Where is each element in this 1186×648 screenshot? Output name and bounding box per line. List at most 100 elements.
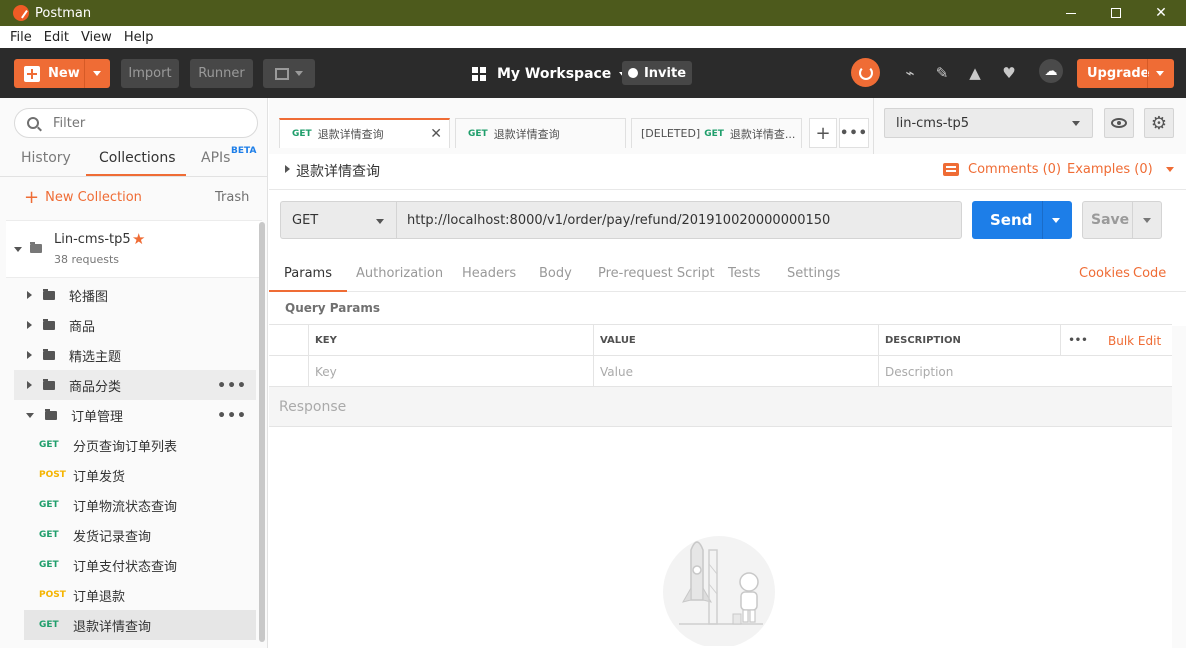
request-item[interactable]: GET 订单物流状态查询 bbox=[24, 490, 256, 520]
chevron-right-icon[interactable] bbox=[285, 165, 290, 173]
examples-dropdown[interactable]: Examples (0) bbox=[1067, 162, 1174, 177]
menu-view[interactable]: View bbox=[75, 30, 118, 45]
postman-logo-icon bbox=[13, 5, 29, 21]
tab-params[interactable]: Params bbox=[284, 266, 332, 281]
tab-apis[interactable]: APIs BETA bbox=[201, 146, 256, 166]
description-field[interactable]: Description bbox=[878, 356, 1172, 387]
workspace-switcher[interactable]: My Workspace bbox=[472, 62, 628, 86]
runner-button[interactable]: Runner bbox=[190, 59, 253, 88]
filter-input[interactable] bbox=[53, 115, 233, 131]
new-button[interactable]: New bbox=[14, 59, 110, 88]
key-field[interactable]: Key bbox=[308, 356, 593, 387]
tab-settings[interactable]: Settings bbox=[787, 266, 840, 281]
environment-select[interactable]: lin-cms-tp5 bbox=[884, 108, 1093, 138]
tab-authorization[interactable]: Authorization bbox=[356, 266, 443, 281]
folder-item[interactable]: 精选主题 bbox=[14, 340, 256, 370]
chevron-down-icon bbox=[1072, 121, 1080, 126]
request-item[interactable]: POST 订单退款 bbox=[24, 580, 256, 610]
invite-label: Invite bbox=[643, 65, 687, 81]
settings-wrench-icon[interactable]: ✎ bbox=[933, 64, 951, 82]
tab-history[interactable]: History bbox=[21, 150, 71, 166]
method-badge: POST bbox=[39, 590, 66, 600]
request-item[interactable]: GET 分页查询订单列表 bbox=[24, 430, 256, 460]
request-tab[interactable]: [DELETED] GET 退款详情查... bbox=[631, 118, 802, 148]
method-select[interactable]: GET bbox=[280, 201, 396, 239]
folder-item[interactable]: 商品分类 ••• bbox=[14, 370, 256, 400]
request-tab-active[interactable]: GET 退款详情查询 ✕ bbox=[279, 118, 450, 148]
tab-options-button[interactable]: ••• bbox=[839, 118, 869, 148]
close-button[interactable]: ✕ bbox=[1138, 0, 1184, 26]
folder-label: 轮播图 bbox=[69, 289, 109, 305]
new-window-icon bbox=[275, 67, 289, 80]
tab-headers[interactable]: Headers bbox=[462, 266, 516, 281]
import-button[interactable]: Import bbox=[121, 59, 179, 88]
column-header-description: DESCRIPTION bbox=[878, 325, 1060, 356]
close-tab-icon[interactable]: ✕ bbox=[430, 126, 442, 142]
add-tab-button[interactable]: + bbox=[809, 118, 837, 148]
folder-item[interactable]: 订单管理 ••• bbox=[14, 400, 256, 430]
tab-method: GET bbox=[292, 129, 312, 139]
upgrade-button[interactable]: Upgrade bbox=[1077, 59, 1174, 88]
request-item[interactable]: GET 发货记录查询 bbox=[24, 520, 256, 550]
star-icon[interactable]: ★ bbox=[132, 230, 145, 248]
new-window-button[interactable] bbox=[263, 59, 315, 88]
menu-file[interactable]: File bbox=[4, 30, 38, 45]
request-item[interactable]: POST 订单发货 bbox=[24, 460, 256, 490]
chevron-down-icon[interactable] bbox=[93, 71, 101, 76]
save-button[interactable]: Save bbox=[1082, 201, 1162, 239]
request-item-selected[interactable]: GET 退款详情查询 bbox=[24, 610, 256, 640]
column-options-button[interactable]: ••• bbox=[1060, 325, 1095, 356]
main-scrollbar[interactable] bbox=[1172, 326, 1186, 648]
request-item[interactable]: GET 订单支付状态查询 bbox=[24, 550, 256, 580]
menu-help[interactable]: Help bbox=[118, 30, 160, 45]
request-title[interactable]: 退款详情查询 bbox=[296, 161, 380, 181]
collection-item[interactable]: Lin-cms-tp5 ★ 38 requests bbox=[6, 220, 262, 278]
comments-link[interactable]: Comments (0) bbox=[943, 162, 1061, 177]
chevron-down-icon[interactable] bbox=[1143, 218, 1151, 223]
notifications-bell-icon[interactable]: ▲ bbox=[966, 64, 984, 82]
column-header-value: VALUE bbox=[593, 325, 878, 356]
cloud-account-icon[interactable]: ☁ bbox=[1039, 59, 1063, 83]
send-divider bbox=[1042, 201, 1043, 239]
tab-collections[interactable]: Collections bbox=[99, 150, 176, 166]
interceptor-satellite-icon[interactable]: ⌁ bbox=[901, 64, 919, 82]
manage-environments-button[interactable]: ⚙ bbox=[1144, 108, 1174, 138]
menu-edit[interactable]: Edit bbox=[38, 30, 75, 45]
folder-item[interactable]: 商品 bbox=[14, 310, 256, 340]
bulk-edit-link[interactable]: Bulk Edit bbox=[1108, 334, 1161, 348]
code-link[interactable]: Code bbox=[1133, 266, 1166, 281]
request-label: 订单发货 bbox=[73, 469, 126, 485]
tab-body[interactable]: Body bbox=[539, 266, 572, 281]
request-tab[interactable]: GET 退款详情查询 bbox=[455, 118, 626, 148]
heart-icon[interactable]: ♥ bbox=[1000, 64, 1018, 82]
folder-icon bbox=[45, 408, 57, 420]
table-row: Key Value Description bbox=[269, 356, 1172, 387]
request-label: 分页查询订单列表 bbox=[73, 439, 178, 455]
window-title: Postman bbox=[35, 5, 92, 21]
more-options-icon[interactable]: ••• bbox=[217, 378, 247, 394]
more-options-icon[interactable]: ••• bbox=[217, 408, 247, 424]
response-header[interactable]: Response bbox=[269, 387, 1172, 427]
send-button[interactable]: Send bbox=[972, 201, 1072, 239]
sync-icon[interactable] bbox=[851, 58, 880, 87]
folder-item[interactable]: 轮播图 bbox=[14, 280, 256, 310]
chevron-down-icon[interactable] bbox=[1052, 218, 1060, 223]
chevron-down-icon[interactable] bbox=[14, 247, 22, 252]
new-collection-button[interactable]: + New Collection bbox=[24, 188, 142, 206]
save-label: Save bbox=[1091, 212, 1130, 228]
url-input[interactable]: http://localhost:8000/v1/order/pay/refun… bbox=[396, 201, 962, 239]
filter-box[interactable] bbox=[14, 108, 258, 138]
send-label: Send bbox=[990, 211, 1033, 229]
tab-prerequest-script[interactable]: Pre-request Script bbox=[598, 266, 715, 281]
sidebar-scrollbar[interactable] bbox=[259, 222, 265, 642]
maximize-button[interactable] bbox=[1093, 0, 1139, 26]
chevron-down-icon[interactable] bbox=[1156, 71, 1164, 76]
value-field[interactable]: Value bbox=[593, 356, 878, 387]
cookies-link[interactable]: Cookies bbox=[1079, 266, 1130, 281]
trash-link[interactable]: Trash bbox=[215, 190, 249, 205]
environment-quick-look-button[interactable] bbox=[1104, 108, 1134, 138]
tab-tests[interactable]: Tests bbox=[728, 266, 760, 281]
invite-button[interactable]: Invite bbox=[622, 61, 692, 85]
new-button-divider bbox=[84, 59, 85, 88]
minimize-button[interactable] bbox=[1048, 0, 1094, 26]
